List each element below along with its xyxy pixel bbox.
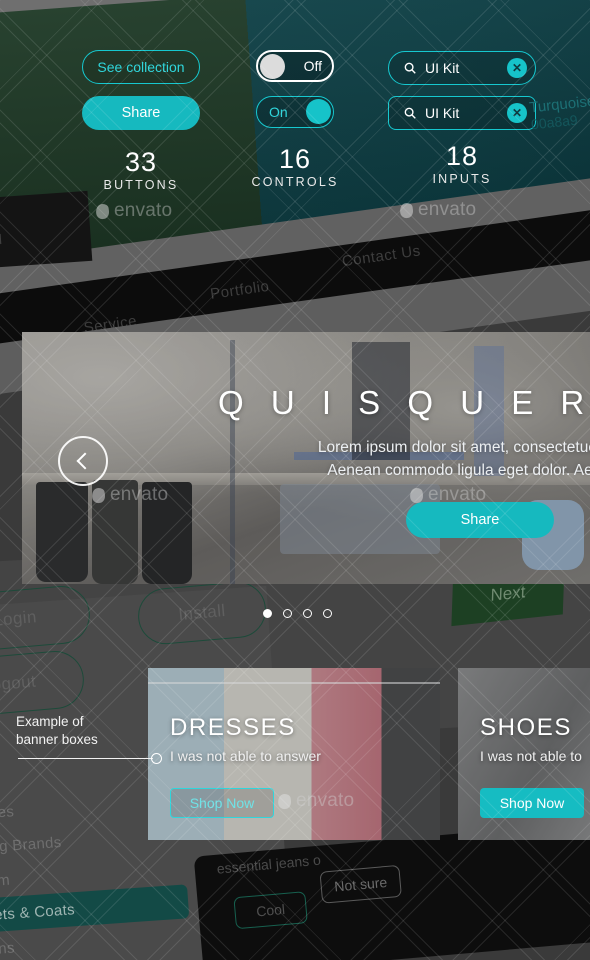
hero-share-button-label: Share [460,512,500,528]
annotation-banner-boxes: Example of banner boxes [16,713,162,764]
close-icon[interactable]: ✕ [507,58,527,78]
share-button-label: Share [121,105,161,121]
envato-watermark: envato [399,199,477,221]
envato-watermark: envato [95,200,173,222]
ghost-button-logout-label: Logout [0,671,37,696]
annotation-line2: banner boxes [16,731,98,747]
hero-subtitle-line2: Aenean commodo ligula eget dolor. Ae [327,462,590,480]
carousel-dots [263,609,332,618]
envato-watermark: envato [91,484,169,506]
banner-box-shoes[interactable]: SHOES I was not able to Shop Now [458,668,590,840]
envato-watermark-text: envato [114,200,173,221]
hero-title: Q U I S Q U E R U [218,384,590,421]
search-input-rect-value: UI Kit [425,105,460,121]
screenshot-root: n 78d Service Portfolio Contact Us Login… [0,0,590,960]
ghost-button-install-label: Install [177,600,227,625]
banner-dresses-subtitle: I was not able to answer [170,748,321,764]
color-swatch-label: Turquoise 00a8a9 [528,93,590,133]
stat-buttons-number: 33 [124,147,158,177]
see-collection-button-label: See collection [97,59,185,75]
bottom-card-not-sure-button[interactable]: Not sure [319,864,402,904]
stat-buttons-caption: BUTTONS [103,178,179,193]
envato-leaf-icon [399,201,414,219]
toggle-on[interactable]: On [256,96,334,128]
stat-inputs: 18 INPUTS [392,141,532,187]
chevron-left-icon [76,452,94,470]
nav-item-contact-us[interactable]: Contact Us [341,242,422,270]
annotation-leader-line [18,758,153,760]
bottom-card-cool-label: Cool [255,900,286,920]
sidebar-item-clothing-brands-label: thing Brands [0,833,63,857]
envato-watermark-text: envato [418,199,477,220]
envato-leaf-icon [277,792,292,810]
envato-leaf-icon [95,202,110,220]
annotation-endpoint-dot [151,753,162,764]
search-input-pill-value: UI Kit [425,60,460,76]
search-icon [404,107,416,119]
toggle-on-label: On [269,104,288,120]
search-icon [404,62,416,74]
bottom-card-cool-button[interactable]: Cool [233,891,308,930]
carousel-dot-4[interactable] [323,609,332,618]
sidebar-item-jackets-and-coats-label: ckets & Coats [0,900,76,925]
annotation-text: Example of banner boxes [16,713,136,748]
hero-share-button[interactable]: Share [406,502,554,538]
bottom-card-not-sure-label: Not sure [333,873,388,895]
sidebar-item-jeans-label: eans [0,938,16,959]
search-input-pill[interactable]: UI Kit ✕ [388,51,536,85]
stat-buttons: 33 BUTTONS [71,147,211,193]
envato-watermark-text: envato [110,484,169,505]
toggle-off-label: Off [303,58,322,74]
banner-shoes-subtitle: I was not able to [480,748,582,764]
ghost-button-login-label: Login [0,607,38,630]
close-icon[interactable]: ✕ [507,103,527,123]
toggle-off[interactable]: Off [256,50,334,82]
see-collection-button[interactable]: See collection [82,50,200,84]
banner-shoes-shop-now-button[interactable]: Shop Now [480,788,584,818]
toggle-on-knob[interactable] [306,99,331,124]
stat-controls-number: 16 [278,144,312,174]
search-input-rect[interactable]: UI Kit ✕ [388,96,536,130]
stat-inputs-caption: INPUTS [432,172,492,187]
stat-controls: 16 CONTROLS [225,144,365,190]
banner-dresses-shop-now-label: Shop Now [189,795,255,811]
hero-subtitle-line1: Lorem ipsum dolor sit amet, consectetuer [317,439,590,456]
banner-dresses-title: DRESSES [170,714,296,741]
hero-subtitle: Lorem ipsum dolor sit amet, consectetuer… [250,436,590,483]
banner-dresses-shop-now-button[interactable]: Shop Now [170,788,274,818]
carousel-prev-button[interactable] [58,436,108,486]
carousel-dot-2[interactable] [283,609,292,618]
stat-inputs-number: 18 [445,141,479,171]
envato-watermark-text: envato [296,790,355,811]
banner-shoes-title: SHOES [480,714,573,741]
stat-controls-caption: CONTROLS [251,175,339,190]
toggle-off-knob[interactable] [260,53,285,79]
nav-item-portfolio[interactable]: Portfolio [209,278,270,303]
share-button[interactable]: Share [82,96,200,130]
envato-leaf-icon [91,486,106,504]
top-ui-card: See collection Share Off On UI Kit ✕ UI … [0,0,590,235]
next-button-label: Next [490,582,526,605]
bottom-card-text: essential jeans o [216,851,322,877]
banner-shoes-shop-now-label: Shop Now [499,795,565,811]
carousel-dot-1[interactable] [263,609,272,618]
carousel-dot-3[interactable] [303,609,312,618]
sidebar-item-denim-label: enim [0,871,11,891]
sidebar-item-categories-label: gories [0,802,15,823]
envato-leaf-icon [409,486,424,504]
envato-watermark: envato [277,790,355,812]
banner-box-dresses[interactable]: DRESSES I was not able to answer Shop No… [148,668,440,840]
annotation-line1: Example of [16,714,84,729]
